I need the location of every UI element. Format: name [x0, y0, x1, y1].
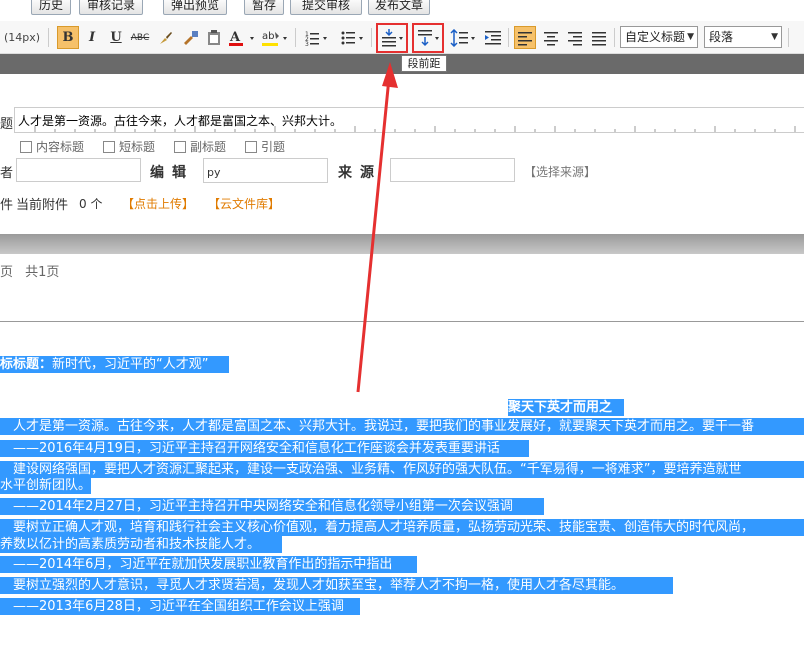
toolbar-separator [295, 28, 296, 47]
pager-total: 共1页 [25, 265, 60, 280]
bold-button[interactable]: B [57, 26, 79, 49]
checkbox-box[interactable] [20, 140, 32, 153]
source-input[interactable] [390, 158, 515, 182]
clear-format-icon[interactable] [156, 26, 176, 49]
article-form: 题 人才是第一资源。古往今来，人才都是富国之本、兴邦大计。 内容标题 短标题 副… [0, 74, 804, 234]
font-size-select[interactable]: (14px) [0, 26, 44, 49]
paste-icon[interactable] [204, 26, 224, 49]
source-label: 来源 [338, 165, 382, 181]
title-input[interactable]: 人才是第一资源。古往今来，人才都是富国之本、兴邦大计。 [14, 107, 804, 133]
align-center-icon[interactable] [540, 26, 562, 49]
unordered-list-icon[interactable] [339, 26, 367, 49]
chevron-down-icon: ▼ [771, 32, 778, 42]
custom-heading-label: 自定义标题 [625, 30, 686, 44]
toolbar-separator [371, 28, 372, 47]
content-line[interactable]: 要树立强烈的人才意识，寻觅人才求贤若渴，发现人才如获至宝，举荐人才不拘一格，使用… [0, 577, 673, 594]
pager-text-a: 页 [0, 265, 14, 280]
review-records-button[interactable]: 审核记录 [79, 0, 143, 15]
author-input[interactable] [16, 158, 141, 182]
paragraph-format-label: 段落 [709, 30, 734, 44]
subtitle-line[interactable]: 标标题：新时代，习近平的“人才观” [0, 356, 229, 373]
custom-heading-select[interactable]: 自定义标题 ▼ [620, 26, 698, 48]
attachment-label: 件 [0, 198, 14, 213]
tooltip: 段前距 [401, 55, 447, 72]
attachment-count: 0 个 [79, 197, 103, 211]
content-line[interactable]: ——2014年2月27日，习近平主持召开中央网络安全和信息化领导小组第一次会议强… [0, 498, 544, 515]
highlight-color-icon[interactable]: ab [260, 26, 292, 49]
align-justify-icon[interactable] [588, 26, 610, 49]
checkbox-label: 短标题 [119, 140, 156, 154]
content-line[interactable]: ——2016年4月19日，习近平主持召开网络安全和信息化工作座谈会并发表重要讲话 [0, 440, 529, 457]
history-button[interactable]: 历史 [31, 0, 71, 15]
checkbox-label: 引题 [261, 140, 286, 154]
svg-text:ab: ab [262, 31, 274, 42]
toolbar-separator [48, 28, 49, 47]
checkbox-box[interactable] [245, 140, 257, 153]
editor-input[interactable]: py [203, 158, 328, 183]
subtitle-value: 新时代，习近平的“人才观” [52, 357, 209, 372]
checkbox-box[interactable] [103, 140, 115, 153]
content-line[interactable]: ——2014年6月，习近平在就加快发展职业教育作出的指示中指出 [0, 556, 417, 573]
italic-button[interactable]: I [83, 26, 101, 49]
submit-review-button[interactable]: 提交审核 [290, 0, 362, 15]
checkbox-content-title[interactable]: 内容标题 [20, 138, 84, 155]
checkbox-box[interactable] [174, 140, 186, 153]
strikethrough-button[interactable]: ABC [130, 26, 150, 49]
checkbox-label: 副标题 [190, 140, 227, 154]
checkbox-lead-title[interactable]: 引题 [245, 138, 285, 155]
chevron-down-icon: ▼ [687, 32, 694, 42]
ordered-list-icon[interactable]: 123 [303, 26, 331, 49]
paragraph-format-select[interactable]: 段落 ▼ [704, 26, 782, 48]
content-line[interactable]: 要树立正确人才观，培育和践行社会主义核心价值观，着力提高人才培养质量，弘扬劳动光… [0, 519, 804, 536]
checkbox-short-title[interactable]: 短标题 [103, 138, 155, 155]
checkbox-label: 内容标题 [36, 140, 85, 154]
highlight-box-spacing-after [412, 23, 444, 53]
save-draft-button[interactable]: 暂存 [244, 0, 284, 15]
toolbar-separator [788, 28, 789, 47]
content-line[interactable]: 建设网络强国，要把人才资源汇聚起来，建设一支政治强、业务精、作风好的强大队伍。“… [0, 461, 804, 478]
content-heading[interactable]: 聚天下英才而用之 [508, 399, 624, 416]
upload-link[interactable]: 【点击上传】 [122, 195, 194, 212]
ruler-ticks [34, 126, 796, 132]
content-line[interactable]: 水平创新团队。 [0, 477, 91, 494]
pager: 页 共1页 [0, 261, 59, 280]
align-left-icon[interactable] [514, 26, 536, 49]
content-line[interactable]: 养数以亿计的高素质劳动者和技术技能人才。 [0, 536, 282, 553]
content-divider [0, 321, 804, 322]
content-line[interactable]: ——2013年6月28日，习近平在全国组织工作会议上强调 [0, 598, 360, 615]
format-painter-icon[interactable] [181, 26, 201, 49]
section-divider-band [0, 234, 804, 254]
top-button-row: 历史 审核记录 弹出预览 暂存 提交审核 发布文章 [0, 0, 804, 16]
content-line[interactable]: 人才是第一资源。古往今来，人才都是富国之本、兴邦大计。我说过，要把我们的事业发展… [0, 418, 804, 435]
toolbar-separator [614, 28, 615, 47]
highlight-box-spacing-before [376, 23, 408, 53]
toolbar-separator [508, 28, 509, 47]
popup-preview-button[interactable]: 弹出预览 [163, 0, 227, 15]
cloud-library-link[interactable]: 【云文件库】 [208, 195, 280, 212]
svg-text:3: 3 [305, 41, 309, 47]
title-label: 题 [0, 117, 14, 132]
line-height-icon[interactable] [449, 26, 479, 49]
attachment-text: 当前附件 [16, 198, 69, 213]
choose-source-link[interactable]: 【选择来源】 [524, 163, 596, 180]
author-label: 者 [0, 166, 14, 181]
subtitle-label: 标标题： [0, 357, 53, 372]
underline-button[interactable]: U [107, 26, 125, 49]
align-right-icon[interactable] [564, 26, 586, 49]
editor-label: 编辑 [150, 165, 194, 181]
indent-icon[interactable] [482, 26, 504, 49]
publish-article-button[interactable]: 发布文章 [368, 0, 430, 15]
font-color-icon[interactable]: A [227, 26, 259, 49]
svg-text:A: A [229, 30, 241, 45]
checkbox-subtitle[interactable]: 副标题 [174, 138, 226, 155]
